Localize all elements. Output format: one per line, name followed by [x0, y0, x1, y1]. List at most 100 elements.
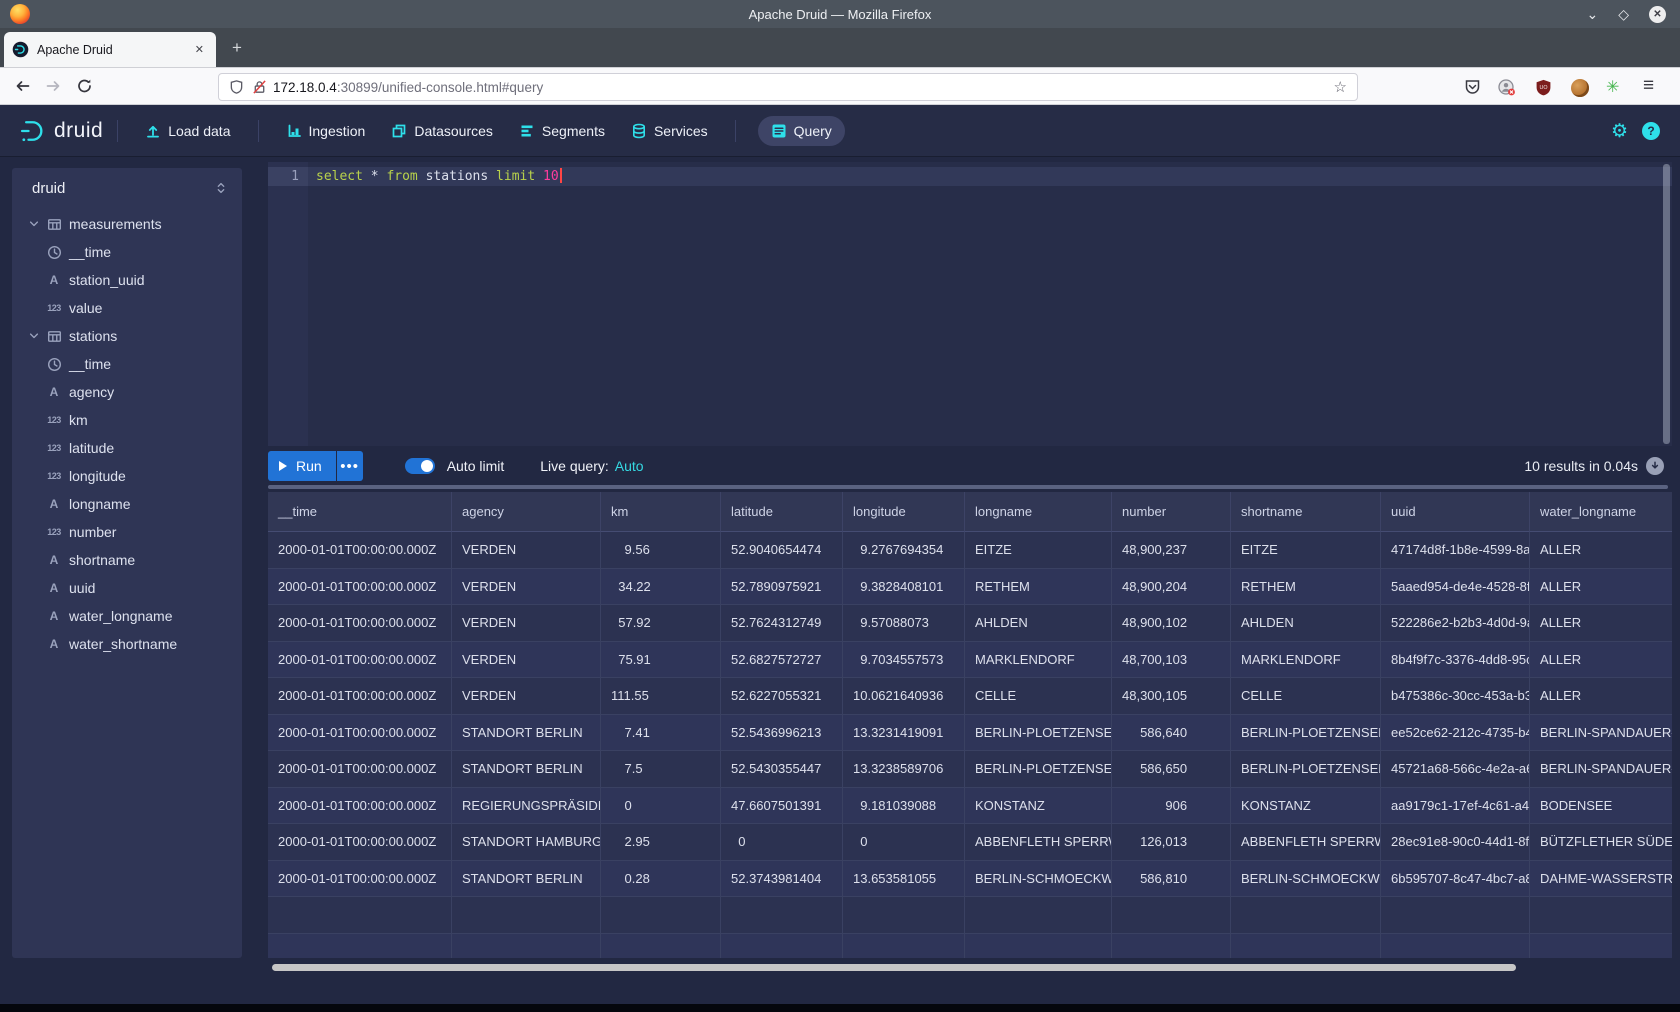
- tree-column---time[interactable]: __time: [12, 350, 242, 378]
- tree-column-shortname[interactable]: Ashortname: [12, 546, 242, 574]
- bookmark-star-icon[interactable]: ☆: [1334, 78, 1347, 96]
- table-row: 2000-01-01T00:00:00.000ZVERDEN175.9152.6…: [268, 642, 1672, 679]
- cell-shortname: ABBENFLETH SPERRWER: [1231, 824, 1381, 861]
- tree-column-water-shortname[interactable]: Awater_shortname: [12, 630, 242, 658]
- tree-item-label: water_shortname: [69, 636, 177, 652]
- tree-column-km[interactable]: 123km: [12, 406, 242, 434]
- tree-column---time[interactable]: __time: [12, 238, 242, 266]
- nav-item-ingestion[interactable]: Ingestion: [273, 105, 379, 157]
- editor-code-line[interactable]: select * from stations limit 10: [316, 167, 562, 186]
- sort-icon[interactable]: [214, 180, 228, 196]
- column-header-water-longname[interactable]: water_longname: [1530, 492, 1672, 532]
- tree-datasource-stations[interactable]: stations: [12, 322, 242, 350]
- navbar-separator: [258, 120, 259, 142]
- url-path: :30899/unified-console.html#query: [337, 80, 1334, 95]
- back-button[interactable]: [14, 78, 31, 94]
- cell-agency: STANDORT BERLIN: [452, 751, 601, 788]
- nav-item-segments[interactable]: Segments: [506, 105, 618, 157]
- tree-column-agency[interactable]: Aagency: [12, 378, 242, 406]
- cell-agency: VERDEN: [452, 569, 601, 606]
- cookie-extension-icon[interactable]: [1571, 79, 1589, 97]
- column-header-longitude[interactable]: longitude: [843, 492, 965, 532]
- window-minimize-icon[interactable]: ⌄: [1586, 7, 1598, 21]
- column-header-agency[interactable]: agency: [452, 492, 601, 532]
- cell-uuid: b475386c-30cc-453a-b3: [1381, 678, 1530, 715]
- empty-cell: [268, 934, 452, 959]
- browser-tab-bar: Apache Druid ✕ +: [0, 28, 1680, 67]
- ingestion-icon: [286, 123, 302, 139]
- run-more-button[interactable]: •••: [337, 451, 363, 481]
- window-bottom-edge: [0, 1004, 1680, 1012]
- download-button[interactable]: [1646, 457, 1664, 475]
- url-bar[interactable]: 172.18.0.4 :30899/unified-console.html#q…: [218, 73, 1358, 101]
- cell-uuid: 28ec91e8-90c0-44d1-8f0: [1381, 824, 1530, 861]
- empty-cell: [1231, 934, 1381, 959]
- reload-button[interactable]: [76, 78, 93, 94]
- tree-datasource-measurements[interactable]: measurements: [12, 210, 242, 238]
- column-header-longname[interactable]: longname: [965, 492, 1112, 532]
- browser-tab-apache-druid[interactable]: Apache Druid ✕: [4, 32, 216, 67]
- hamburger-menu-icon[interactable]: ≡: [1643, 75, 1654, 97]
- results-horizontal-scrollbar[interactable]: [272, 964, 1516, 971]
- nav-item-datasources[interactable]: Datasources: [378, 105, 506, 157]
- string-type-icon: A: [45, 553, 63, 567]
- cell-number: 48,700,103: [1112, 642, 1231, 679]
- column-header-km[interactable]: km: [601, 492, 721, 532]
- account-icon[interactable]: [1498, 79, 1516, 96]
- cell-latitude: 50.0000000000: [721, 824, 843, 861]
- table-row: 2000-01-01T00:00:00.000ZVERDEN111.5552.6…: [268, 678, 1672, 715]
- column-header-latitude[interactable]: latitude: [721, 492, 843, 532]
- tree-column-uuid[interactable]: Auuid: [12, 574, 242, 602]
- column-header-uuid[interactable]: uuid: [1381, 492, 1530, 532]
- druid-brand[interactable]: druid: [18, 117, 103, 145]
- tree-column-latitude[interactable]: 123latitude: [12, 434, 242, 462]
- query-editor[interactable]: 1 select * from stations limit 10: [268, 162, 1672, 446]
- tab-close-icon[interactable]: ✕: [191, 41, 208, 58]
- empty-cell: [965, 897, 1112, 934]
- tree-column-value[interactable]: 123value: [12, 294, 242, 322]
- forward-button[interactable]: [45, 78, 62, 94]
- shield-icon[interactable]: [229, 79, 244, 95]
- nav-item-services[interactable]: Services: [618, 105, 721, 157]
- cell-number: 48,900,906: [1112, 788, 1231, 825]
- column-header-shortname[interactable]: shortname: [1231, 492, 1381, 532]
- nav-item-query[interactable]: Query: [758, 116, 845, 146]
- editor-scrollbar[interactable]: [1663, 164, 1670, 444]
- cell---time: 2000-01-01T00:00:00.000Z: [268, 678, 452, 715]
- help-icon[interactable]: ?: [1642, 122, 1660, 140]
- gear-icon[interactable]: ⚙: [1611, 120, 1628, 143]
- cell-agency: VERDEN: [452, 605, 601, 642]
- table-header-row: __timeagencykmlatitudelongitudelongnamen…: [268, 492, 1672, 532]
- tree-column-longitude[interactable]: 123longitude: [12, 462, 242, 490]
- chevron-down-icon[interactable]: [28, 330, 42, 342]
- druid-favicon: [12, 41, 29, 58]
- nav-item-load-data[interactable]: Load data: [132, 105, 243, 157]
- cell-uuid: 5aaed954-de4e-4528-8f: [1381, 569, 1530, 606]
- insecure-lock-icon[interactable]: [252, 79, 267, 95]
- window-close-icon[interactable]: ✕: [1649, 6, 1666, 23]
- pocket-icon[interactable]: [1464, 79, 1481, 95]
- cell-number: 48,586,650: [1112, 751, 1231, 788]
- window-maximize-icon[interactable]: ◇: [1618, 7, 1629, 21]
- cell---time: 2000-01-01T00:00:00.000Z: [268, 788, 452, 825]
- extension-asterisk-icon[interactable]: ✳: [1606, 77, 1619, 97]
- navbar-separator: [117, 120, 118, 142]
- string-type-icon: A: [45, 273, 63, 287]
- column-header---time[interactable]: __time: [268, 492, 452, 532]
- chevron-down-icon[interactable]: [28, 218, 42, 230]
- auto-limit-toggle[interactable]: [405, 458, 435, 474]
- run-button[interactable]: Run: [268, 451, 336, 481]
- browser-toolbar: 172.18.0.4 :30899/unified-console.html#q…: [0, 67, 1680, 105]
- live-query-value[interactable]: Auto: [615, 458, 644, 474]
- tree-column-water-longname[interactable]: Awater_longname: [12, 602, 242, 630]
- tree-column-station-uuid[interactable]: Astation_uuid: [12, 266, 242, 294]
- column-header-number[interactable]: number: [1112, 492, 1231, 532]
- string-type-icon: A: [45, 497, 63, 511]
- tree-column-longname[interactable]: Alongname: [12, 490, 242, 518]
- cell-longitude: 19.3828408101: [843, 569, 965, 606]
- ublock-icon[interactable]: UO: [1535, 79, 1552, 96]
- tree-column-number[interactable]: 123number: [12, 518, 242, 546]
- new-tab-button[interactable]: +: [224, 36, 250, 60]
- cell-agency: VERDEN: [452, 642, 601, 679]
- results-top-scrollbar[interactable]: [268, 485, 1668, 489]
